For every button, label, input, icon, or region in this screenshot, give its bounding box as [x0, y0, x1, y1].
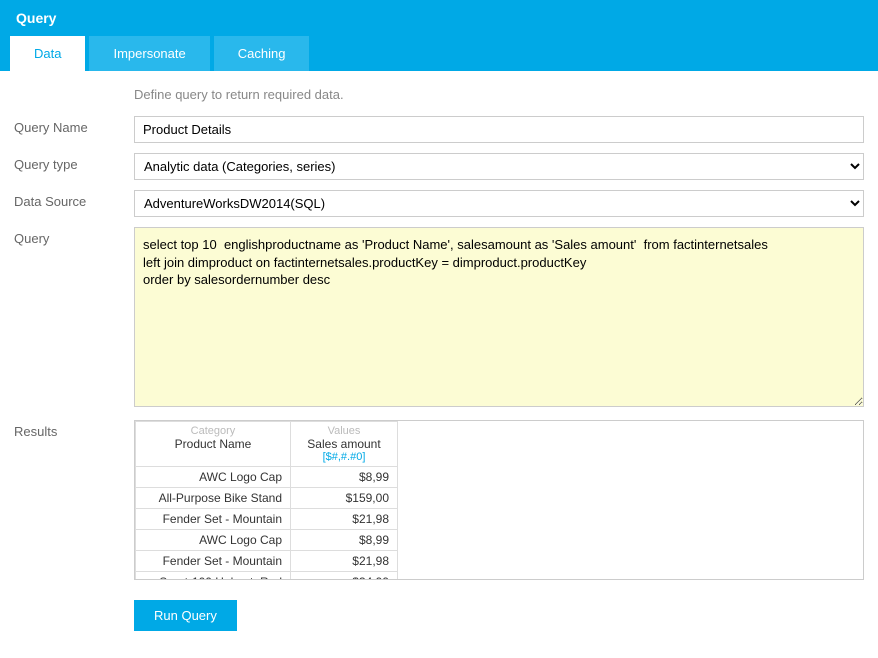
query-name-label: Query Name [14, 116, 134, 135]
cell-value: $34,99 [291, 572, 398, 581]
tab-data[interactable]: Data [10, 36, 85, 71]
table-row: AWC Logo Cap$8,99 [136, 467, 398, 488]
table-row: Fender Set - Mountain$21,98 [136, 509, 398, 530]
query-type-select[interactable]: Analytic data (Categories, series) [134, 153, 864, 180]
query-type-label: Query type [14, 153, 134, 172]
cell-category: Sport-100 Helmet, Red [136, 572, 291, 581]
table-row: All-Purpose Bike Stand$159,00 [136, 488, 398, 509]
results-label: Results [14, 420, 134, 439]
query-name-input[interactable] [134, 116, 864, 143]
cell-category: Fender Set - Mountain [136, 551, 291, 572]
tab-bar: Data Impersonate Caching [0, 36, 878, 71]
query-textarea[interactable]: select top 10 englishproductname as 'Pro… [134, 227, 864, 407]
results-col-header-values: Values Sales amount [$#,#.#0] [291, 422, 398, 467]
data-source-label: Data Source [14, 190, 134, 209]
data-source-select[interactable]: AdventureWorksDW2014(SQL) [134, 190, 864, 217]
tab-impersonate[interactable]: Impersonate [89, 36, 209, 71]
cell-value: $21,98 [291, 509, 398, 530]
results-grid[interactable]: Category Product Name Values Sales amoun… [134, 420, 864, 580]
table-row: Fender Set - Mountain$21,98 [136, 551, 398, 572]
tab-caching[interactable]: Caching [214, 36, 310, 71]
tab-description: Define query to return required data. [134, 87, 864, 102]
cell-value: $8,99 [291, 467, 398, 488]
cell-category: All-Purpose Bike Stand [136, 488, 291, 509]
run-query-button[interactable]: Run Query [134, 600, 237, 631]
cell-value: $8,99 [291, 530, 398, 551]
table-row: AWC Logo Cap$8,99 [136, 530, 398, 551]
cell-category: AWC Logo Cap [136, 467, 291, 488]
cell-category: Fender Set - Mountain [136, 509, 291, 530]
table-row: Sport-100 Helmet, Red$34,99 [136, 572, 398, 581]
cell-value: $21,98 [291, 551, 398, 572]
cell-category: AWC Logo Cap [136, 530, 291, 551]
results-col-header-category: Category Product Name [136, 422, 291, 467]
cell-value: $159,00 [291, 488, 398, 509]
query-label: Query [14, 227, 134, 246]
panel-title: Query [0, 0, 878, 36]
